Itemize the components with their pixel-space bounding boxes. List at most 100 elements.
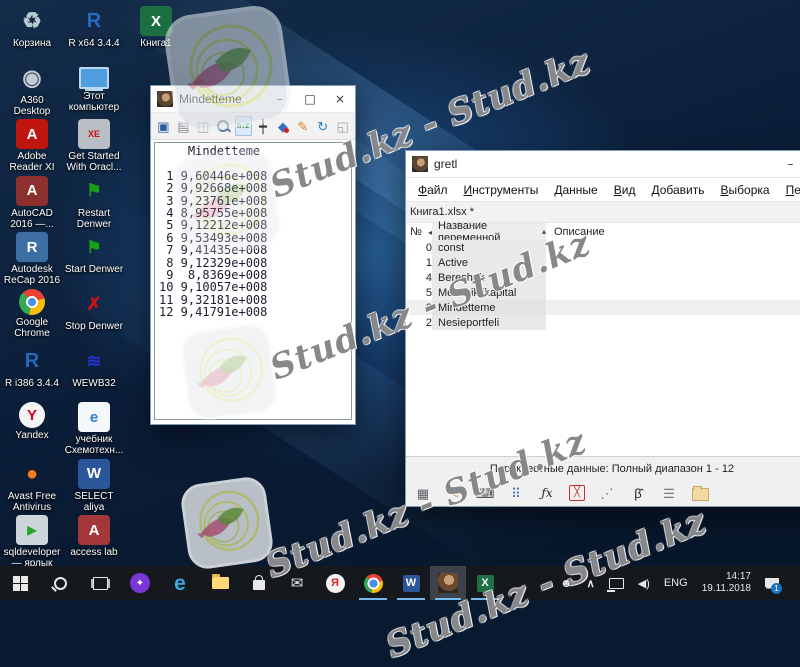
variable-id: 1 <box>406 257 432 269</box>
copy-icon[interactable]: ◫ <box>195 116 212 136</box>
save-icon[interactable]: ▣ <box>155 116 172 136</box>
autocad-icon: A <box>16 176 48 206</box>
session-icon[interactable]: ⠿ <box>507 484 525 502</box>
desktop-icon-label: Start Denwer <box>64 264 124 275</box>
desktop-icon-autocad[interactable]: AAutoCAD 2016 —... <box>2 176 62 230</box>
desktop-icon-access-lab[interactable]: Aaccess lab <box>64 515 124 558</box>
maximize-button[interactable]: □ <box>295 87 325 111</box>
search-icon[interactable] <box>215 116 232 136</box>
clock[interactable]: 14:17 19.11.2018 <box>702 571 751 595</box>
desktop-icon-restart-denwer[interactable]: ⚑Restart Denwer <box>64 176 124 230</box>
model-beta-icon[interactable]: β̂ <box>629 484 647 502</box>
menu-выборка[interactable]: Выборка <box>713 183 778 197</box>
scatter-icon[interactable]: ◆ <box>274 116 291 136</box>
store-icon[interactable] <box>240 566 278 600</box>
chrome-taskbar[interactable] <box>354 566 392 600</box>
edit-icon[interactable]: ✎ <box>294 116 311 136</box>
minimize-button[interactable]: – <box>265 87 295 111</box>
variable-row-active[interactable]: 1Active <box>406 255 800 270</box>
description-column-header[interactable]: Описание <box>546 226 800 238</box>
action-center-icon[interactable]: 1 <box>765 578 790 589</box>
excel-taskbar[interactable]: X <box>466 566 504 600</box>
menu-вид[interactable]: Вид <box>606 183 644 197</box>
desktop-icon-kniga1[interactable]: XКнига1 <box>126 6 186 49</box>
network-icon[interactable] <box>609 578 624 589</box>
desktop-icon-recycle-bin[interactable]: ♻Корзина <box>2 6 62 49</box>
mindetteme-output-area[interactable]: Mindetteme 1 9,60446e+008 2 9,92668e+008… <box>154 142 352 420</box>
variable-table-header[interactable]: № ◂ Название переменной ▴ Описание <box>406 223 800 240</box>
desktop-icon-sqldeveloper[interactable]: ▶sqldeveloper — ярлык <box>2 515 62 569</box>
desktop-icon-uchebnik[interactable]: eучебник Схемотехн... <box>64 402 124 456</box>
graph-icon[interactable]: ⋰ <box>598 484 616 502</box>
desktop-icon-label: SELECT aliya <box>64 491 124 513</box>
detach-window-icon[interactable]: ◱ <box>334 116 351 136</box>
close-button[interactable]: × <box>325 87 355 111</box>
desktop-icon-oracle-xe[interactable]: XEGet Started With Oracl... <box>64 119 124 173</box>
console-icon[interactable]: ⌨ <box>476 484 494 502</box>
sqldeveloper-icon: ▶ <box>16 515 48 545</box>
desktop-icon-select-aliya[interactable]: WSELECT aliya <box>64 459 124 513</box>
edge-icon[interactable]: e <box>160 566 200 600</box>
database-icon[interactable]: ☰ <box>660 484 678 502</box>
num-column-header[interactable]: № <box>410 226 422 238</box>
minimize-button[interactable]: – <box>775 152 800 176</box>
speaker-icon[interactable]: ◀) <box>638 577 650 590</box>
hidden-icons-chevron[interactable]: ∧ <box>587 577 595 590</box>
menu-данные[interactable]: Данные <box>546 183 605 197</box>
desktop-icon-this-pc[interactable]: Этот компьютер <box>64 63 124 113</box>
variable-row-mindetteme[interactable]: 3Mindetteme <box>406 300 800 315</box>
desktop-icon-label: Книга1 <box>126 38 186 49</box>
gretl-titlebar[interactable]: gretl – <box>406 151 800 178</box>
desktop-icon-avast[interactable]: ●Avast Free Antivirus <box>2 459 62 513</box>
calculator-icon[interactable]: ▦ <box>414 484 432 502</box>
desktop-icon-wewb32[interactable]: ≋WEWB32 <box>64 346 124 389</box>
variable-name: Menshiktikapital <box>432 285 546 300</box>
lattice-icon[interactable]: ╳ <box>569 485 585 501</box>
sort-az-icon[interactable]: a↓z <box>235 116 252 136</box>
search-icon[interactable] <box>40 566 80 600</box>
variable-row-menshiktikapital[interactable]: 5Menshiktikapital <box>406 285 800 300</box>
desktop-icon-label: Avast Free Antivirus <box>2 491 62 513</box>
mail-icon[interactable]: ✉ <box>278 566 316 600</box>
desktop-icon-a360-desktop[interactable]: ◉A360 Desktop <box>2 63 62 117</box>
mindetteme-titlebar[interactable]: Mindetteme – □ × <box>151 86 355 113</box>
variable-row-bereshek[interactable]: 4Bereshek <box>406 270 800 285</box>
alice-icon[interactable]: ✦ <box>120 566 160 600</box>
language-indicator[interactable]: ENG <box>664 577 688 589</box>
desktop-icon-r-i386[interactable]: RR i386 3.4.4 <box>2 346 62 389</box>
desktop-icon-google-chrome[interactable]: Google Chrome <box>2 289 62 339</box>
oracle-xe-icon: XE <box>78 119 110 149</box>
open-folder-icon[interactable] <box>691 484 709 502</box>
menu-файл[interactable]: Файл <box>410 183 456 197</box>
edit-script-icon[interactable]: ✎ <box>445 484 463 502</box>
variable-row-const[interactable]: 0const <box>406 240 800 255</box>
start-button[interactable] <box>0 566 40 600</box>
excel-taskbar-glyph: X <box>477 575 494 592</box>
start-denwer-icon: ⚑ <box>78 232 110 262</box>
desktop-icon-yandex[interactable]: YYandex <box>2 402 62 441</box>
menu-переменная[interactable]: Переменная <box>778 183 800 197</box>
stop-denwer-icon: ✗ <box>78 289 110 319</box>
refresh-icon[interactable]: ↻ <box>314 116 331 136</box>
menu-добавить[interactable]: Добавить <box>643 183 712 197</box>
explorer-icon[interactable] <box>200 566 240 600</box>
desktop-icon-start-denwer[interactable]: ⚑ Start Denwer <box>64 232 124 275</box>
desktop-icon-adobe-reader[interactable]: AAdobe Reader XI <box>2 119 62 173</box>
variable-id: 0 <box>406 242 432 254</box>
desktop-icon-label: Autodesk ReCap 2016 <box>2 264 62 286</box>
function-icon[interactable]: ƒx <box>538 484 556 502</box>
desktop-icon-autodesk-recap[interactable]: RAutodesk ReCap 2016 <box>2 232 62 286</box>
variable-row-nesieportfeli[interactable]: 2Nesieportfeli <box>406 315 800 330</box>
system-tray: ☻ ∧ ◀) ENG 14:17 19.11.2018 1 <box>560 571 800 595</box>
task-view-icon[interactable] <box>80 566 120 600</box>
plot-icon[interactable]: ┿ <box>255 116 272 136</box>
gretl-taskbar[interactable] <box>430 566 466 600</box>
people-icon[interactable]: ☻ <box>560 576 573 590</box>
word-taskbar[interactable]: W <box>392 566 430 600</box>
desktop-icon-stop-denwer[interactable]: ✗Stop Denwer <box>64 289 124 332</box>
menu-инструменты[interactable]: Инструменты <box>456 183 547 197</box>
mail-icon-glyph: ✉ <box>291 574 304 592</box>
print-icon[interactable]: ▤ <box>175 116 192 136</box>
desktop-icon-r-x64[interactable]: RR x64 3.4.4 <box>64 6 124 49</box>
yandex-browser-icon[interactable]: Я <box>316 566 354 600</box>
